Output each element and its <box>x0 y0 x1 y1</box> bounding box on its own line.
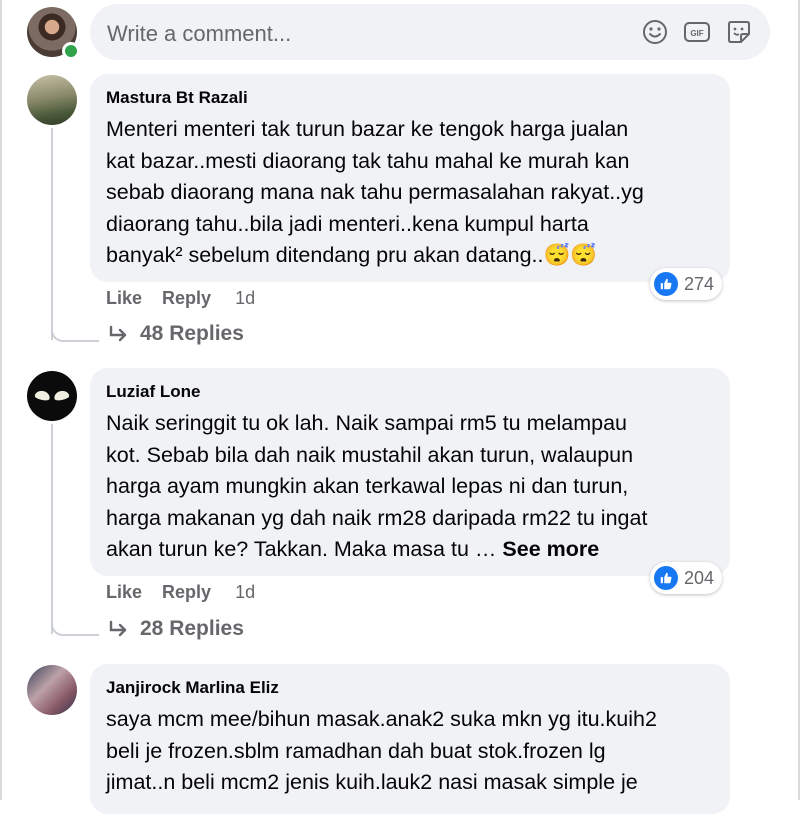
reaction-count: 204 <box>684 567 715 588</box>
comment-author[interactable]: Luziaf Lone <box>106 382 200 402</box>
comment-timestamp[interactable]: 1d <box>235 582 255 603</box>
avatar[interactable] <box>27 75 77 125</box>
comment-text: saya mcm mee/bihun masak.anak2 suka mkn … <box>106 707 657 794</box>
sticker-icon[interactable] <box>724 17 754 47</box>
avatar-eye <box>53 389 70 402</box>
avatar[interactable] <box>27 371 77 421</box>
reply-button[interactable]: Reply <box>162 582 211 603</box>
thread-line <box>51 128 53 340</box>
thread-line <box>51 424 53 634</box>
reaction-summary[interactable]: 274 <box>650 268 723 300</box>
svg-text:GIF: GIF <box>690 29 703 38</box>
comment-input[interactable]: Write a comment... GIF <box>90 4 770 60</box>
reaction-summary[interactable]: 204 <box>650 562 723 594</box>
comment-actions: Like Reply 1d <box>106 288 255 309</box>
comment-actions: Like Reply 1d <box>106 582 255 603</box>
comment-bubble: Mastura Bt Razali Menteri menteri tak tu… <box>90 74 730 282</box>
view-replies-button[interactable]: 48 Replies <box>108 322 244 346</box>
comment-author[interactable]: Mastura Bt Razali <box>106 88 248 108</box>
thread-hook <box>51 620 99 636</box>
gif-icon[interactable]: GIF <box>682 17 712 47</box>
online-status-dot <box>62 42 80 60</box>
reply-arrow-icon <box>109 325 127 342</box>
avatar-eye <box>34 389 51 402</box>
avatar[interactable] <box>27 665 77 715</box>
like-button[interactable]: Like <box>106 582 142 603</box>
reply-button[interactable]: Reply <box>162 288 211 309</box>
comment-timestamp[interactable]: 1d <box>235 288 255 309</box>
emoji-icon[interactable] <box>640 17 670 47</box>
like-reaction-icon <box>654 566 678 590</box>
replies-label: 28 Replies <box>140 617 244 640</box>
comment-author[interactable]: Janjirock Marlina Eliz <box>106 678 279 698</box>
see-more-link[interactable]: See more <box>502 537 599 561</box>
comment-bubble: Janjirock Marlina Eliz saya mcm mee/bihu… <box>90 664 730 814</box>
like-button[interactable]: Like <box>106 288 142 309</box>
composer-icons: GIF <box>640 17 754 47</box>
view-replies-button[interactable]: 28 Replies <box>108 617 244 641</box>
comment-bubble: Luziaf Lone Naik seringgit tu ok lah. Na… <box>90 368 730 576</box>
comment-text: Naik seringgit tu ok lah. Naik sampai rm… <box>106 408 721 566</box>
reply-arrow-icon <box>109 620 127 637</box>
comment-input-placeholder: Write a comment... <box>107 21 292 46</box>
replies-label: 48 Replies <box>140 322 244 345</box>
like-reaction-icon <box>654 272 678 296</box>
reaction-count: 274 <box>684 273 715 294</box>
left-border <box>0 0 2 800</box>
comment-text: Menteri menteri tak turun bazar ke tengo… <box>106 117 644 267</box>
thread-hook <box>51 326 99 342</box>
